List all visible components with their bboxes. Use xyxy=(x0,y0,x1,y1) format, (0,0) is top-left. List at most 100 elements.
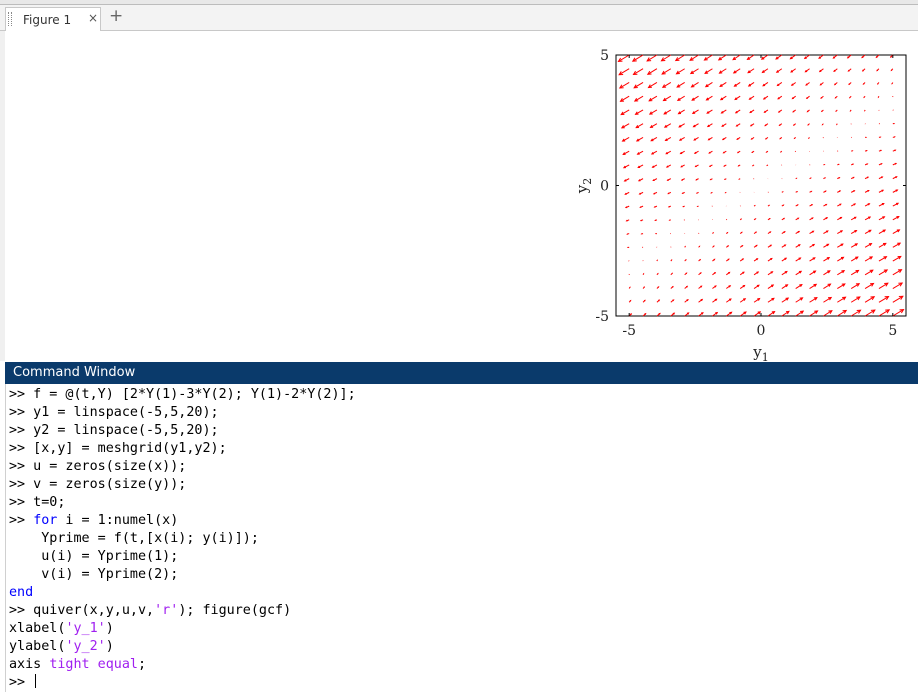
arrow-head xyxy=(643,286,646,288)
command-window-title: Command Window xyxy=(5,362,918,384)
vector-arrow xyxy=(849,109,852,112)
vector-arrow xyxy=(738,178,741,180)
axes-box xyxy=(615,54,907,317)
command-line: v(i) = Yprime(2); xyxy=(9,566,356,584)
y-axis-label: y2 xyxy=(573,178,594,194)
arrow-head xyxy=(654,219,657,221)
text-cursor xyxy=(35,674,37,688)
vector-arrow xyxy=(710,191,713,194)
arrow-head xyxy=(890,69,893,72)
vector-arrow xyxy=(794,150,797,153)
command-line: >> for i = 1:numel(x) xyxy=(9,512,356,530)
arrow-head xyxy=(765,151,768,153)
y-tick-label: 5 xyxy=(600,48,609,64)
arrow-head xyxy=(893,136,896,138)
vector-arrow xyxy=(781,191,784,193)
vector-arrow xyxy=(753,204,756,207)
arrow-head xyxy=(713,245,715,247)
command-line: end xyxy=(9,584,356,602)
code-token: Yprime = f(t,[x(i); y(i)]); xyxy=(9,531,259,546)
command-window[interactable]: >> f = @(t,Y) [2*Y(1)-3*Y(2); Y(1)-2*Y(2… xyxy=(5,384,918,692)
command-line: u(i) = Yprime(1); xyxy=(9,548,356,566)
code-token: v(i) = Yprime(2); xyxy=(9,567,179,582)
vector-arrow xyxy=(712,232,714,234)
arrow-head xyxy=(865,150,868,152)
arrow-head xyxy=(741,231,743,234)
vector-arrow xyxy=(628,286,631,289)
vector-arrow xyxy=(725,218,728,221)
vector-arrow xyxy=(626,233,630,235)
code-token: end xyxy=(9,585,34,600)
vector-arrow xyxy=(836,123,838,126)
code-token: 'r' xyxy=(154,603,179,618)
vector-arrow xyxy=(877,95,880,99)
vector-arrow xyxy=(739,218,743,221)
arrow-head xyxy=(782,204,785,206)
command-line: ylabel('y_2') xyxy=(9,638,356,656)
x-tick-label: 0 xyxy=(757,323,766,339)
code-token: >> v = zeros(size(y)); xyxy=(9,477,187,492)
vector-arrow xyxy=(767,204,771,207)
x-tick-label: -5 xyxy=(622,323,636,339)
code-token: tight equal xyxy=(49,657,138,672)
quiver-plot: -5 0 5 -5 0 5 y1 y2 xyxy=(573,48,907,361)
code-token: xlabel( xyxy=(9,621,66,636)
arrow-head xyxy=(876,83,879,85)
arrow-head xyxy=(626,233,629,235)
command-line: >> f = @(t,Y) [2*Y(1)-3*Y(2); Y(1)-2*Y(2… xyxy=(9,386,356,404)
code-token: ) xyxy=(105,621,114,636)
arrow-head xyxy=(629,299,632,302)
code-token: u(i) = Yprime(1); xyxy=(9,549,179,564)
add-tab-icon[interactable]: + xyxy=(109,6,123,26)
code-token: 'y_2' xyxy=(65,639,106,654)
vector-arrow xyxy=(766,164,769,167)
code-token: ylabel( xyxy=(9,639,66,654)
vector-arrow xyxy=(670,259,673,262)
vector-arrow xyxy=(779,150,783,153)
vector-arrow xyxy=(809,177,812,180)
y-tick-label: -5 xyxy=(595,309,609,325)
tab-label: Figure 1 xyxy=(23,13,72,27)
code-token: ); figure(gcf) xyxy=(178,603,292,618)
code-token: >> u = zeros(size(x)); xyxy=(9,459,187,474)
code-token: >> [x,y] = meshgrid(y1,y2); xyxy=(9,441,227,456)
command-line: >> u = zeros(size(x)); xyxy=(9,458,356,476)
code-token: 'y_1' xyxy=(65,621,106,636)
command-line: >> y2 = linspace(-5,5,20); xyxy=(9,422,356,440)
prompt-symbol: >> xyxy=(9,675,34,690)
arrow-shaft xyxy=(725,218,728,221)
arrow-head xyxy=(820,110,823,113)
figure-tab-bar: Figure 1 × + xyxy=(0,5,918,31)
arrow-head xyxy=(754,218,757,220)
vector-arrow xyxy=(723,178,727,180)
y-tick-label: 0 xyxy=(600,179,609,195)
x-tick-label: 5 xyxy=(888,323,897,339)
command-line: >> y1 = linspace(-5,5,20); xyxy=(9,404,356,422)
arrow-head xyxy=(699,258,702,261)
code-token: >> xyxy=(9,513,34,528)
vector-arrow xyxy=(795,191,799,193)
arrow-head xyxy=(824,177,827,179)
command-line: >> quiver(x,y,u,v,'r'); figure(gcf) xyxy=(9,602,356,620)
command-history: >> f = @(t,Y) [2*Y(1)-3*Y(2); Y(1)-2*Y(2… xyxy=(9,386,356,692)
code-token: ; xyxy=(138,657,147,672)
arrow-head xyxy=(695,192,698,194)
close-icon[interactable]: × xyxy=(88,11,98,25)
command-line: Yprime = f(t,[x(i); y(i)]); xyxy=(9,530,356,548)
command-line: >> t=0; xyxy=(9,494,356,512)
vector-arrow xyxy=(808,137,810,139)
command-prompt[interactable]: >> xyxy=(9,674,356,692)
drag-grip-icon[interactable] xyxy=(8,12,12,26)
code-token: axis xyxy=(9,657,50,672)
arrow-head xyxy=(657,272,659,275)
vector-arrow xyxy=(654,219,658,221)
command-line: axis tight equal; xyxy=(9,656,356,674)
figure-canvas: -5 0 5 -5 0 5 y1 y2 xyxy=(0,31,918,361)
vector-arrow xyxy=(684,245,686,248)
vector-arrow xyxy=(682,205,685,208)
code-token: >> quiver(x,y,u,v, xyxy=(9,603,155,618)
code-token: >> y1 = linspace(-5,5,20); xyxy=(9,405,219,420)
tab-figure-1[interactable]: Figure 1 × xyxy=(5,7,101,31)
vector-arrow xyxy=(891,82,894,85)
x-axis-label-sub: 1 xyxy=(762,351,769,361)
